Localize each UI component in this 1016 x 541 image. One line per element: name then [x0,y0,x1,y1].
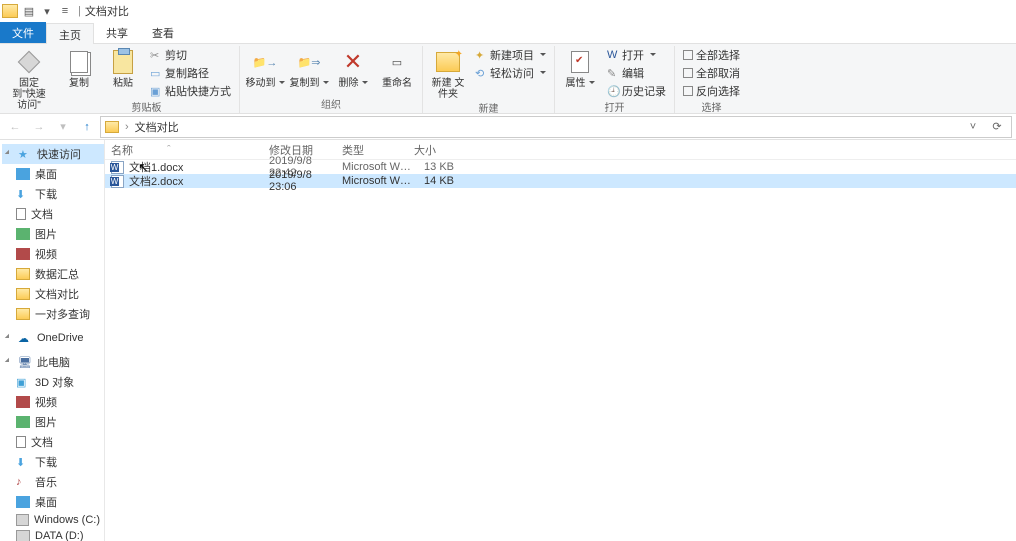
window-title: 文档对比 [85,3,129,19]
group-organize-label: 组织 [321,96,341,111]
properties-button[interactable]: 属性 [559,46,601,89]
group-select-label: 选择 [702,99,722,114]
folder-icon [2,4,18,18]
col-size[interactable]: 大小 [414,142,454,158]
tree-pc-music[interactable]: ♪音乐 [2,472,104,492]
title-bar: ▤ ▾ ≡ | 文档对比 [0,0,1016,22]
tree-pictures[interactable]: 图片 [2,224,104,244]
file-type: Microsoft Word ... [342,161,414,173]
group-open-label: 打开 [605,99,625,114]
nav-forward-button: → [28,116,50,138]
tree-thispc[interactable]: 🖥此电脑 [2,352,104,372]
rename-button[interactable]: ▭重命名 [376,46,418,89]
column-headers[interactable]: 名称 修改日期 类型 大小 [105,140,1016,160]
paste-button[interactable]: 粘贴 [102,46,144,89]
tree-drive-c[interactable]: Windows (C:) [2,512,104,528]
file-list[interactable]: 名称 修改日期 类型 大小 文档1.docx 2019/9/8 22:42 Mi… [105,140,1016,541]
tab-view[interactable]: 查看 [140,22,186,43]
file-size: 14 KB [414,175,454,187]
cut-button[interactable]: ✂剪切 [146,46,235,63]
address-dropdown-icon[interactable]: ˅ [963,121,983,133]
file-size: 13 KB [414,161,454,173]
tree-pc-documents[interactable]: 文档 [2,432,104,452]
group-clipboard-label: 剪贴板 [132,99,162,114]
ribbon-body: 固定到"快速访问" 复制 粘贴 ✂剪切 ▭复制路径 ▣粘贴快捷方式 剪贴板 📁→… [0,44,1016,114]
selectinvert-button[interactable]: 反向选择 [679,82,744,99]
refresh-icon[interactable]: ⟳ [987,120,1007,133]
edit-button[interactable]: ✎编辑 [603,64,670,81]
nav-back-button[interactable]: ← [4,116,26,138]
docx-icon [111,161,124,174]
newfolder-button[interactable]: 新建 文件夹 [427,46,469,100]
tree-documents[interactable]: 文档 [2,204,104,224]
nav-recent-button[interactable]: ▾ [52,116,74,138]
open-button[interactable]: W打开 [603,46,670,63]
tree-folder-query[interactable]: 一对多查询 [2,304,104,324]
copypath-button[interactable]: ▭复制路径 [146,64,235,81]
newitem-button[interactable]: ✦新建项目 [471,46,550,63]
pin-quickaccess-button[interactable]: 固定到"快速访问" [8,46,50,111]
nav-up-button[interactable]: ↑ [76,116,98,138]
tab-home[interactable]: 主页 [46,23,94,44]
qat-customize-icon[interactable]: ≡ [56,2,74,20]
group-new-label: 新建 [479,100,499,115]
easyaccess-button[interactable]: ⟲轻松访问 [471,64,550,81]
breadcrumb-sep [123,121,131,133]
tree-pc-videos[interactable]: 视频 [2,392,104,412]
file-row[interactable]: 文档1.docx 2019/9/8 22:42 Microsoft Word .… [105,160,1016,174]
tree-3dobjects[interactable]: ▣3D 对象 [2,372,104,392]
tree-downloads[interactable]: ⬇下载 [2,184,104,204]
moveto-button[interactable]: 📁→移动到 [244,46,286,89]
tree-folder-data[interactable]: 数据汇总 [2,264,104,284]
delete-button[interactable]: ✕删除 [332,46,374,89]
docx-icon [111,175,124,188]
tree-pc-downloads[interactable]: ⬇下载 [2,452,104,472]
ribbon-tabs: 文件 主页 共享 查看 [0,22,1016,44]
copyto-button[interactable]: 📁⇒复制到 [288,46,330,89]
title-divider: | [78,5,81,17]
breadcrumb-item[interactable]: 文档对比 [135,119,179,135]
sort-indicator-icon [137,144,171,156]
navigation-tree[interactable]: ★快速访问 桌面 ⬇下载 文档 图片 视频 数据汇总 文档对比 一对多查询 ☁O… [0,140,105,541]
file-date: 2019/9/8 23:06 [269,169,342,193]
tree-pc-pictures[interactable]: 图片 [2,412,104,432]
col-type[interactable]: 类型 [342,142,414,158]
tree-desktop[interactable]: 桌面 [2,164,104,184]
qat-newfolder-icon[interactable]: ▾ [38,2,56,20]
qat-properties-icon[interactable]: ▤ [20,2,38,20]
tree-pc-desktop[interactable]: 桌面 [2,492,104,512]
tree-drive-d[interactable]: DATA (D:) [2,528,104,541]
tree-onedrive[interactable]: ☁OneDrive [2,330,104,346]
col-name[interactable]: 名称 [111,142,269,158]
tab-share[interactable]: 共享 [94,22,140,43]
tree-quickaccess[interactable]: ★快速访问 [2,144,104,164]
file-row[interactable]: 文档2.docx 2019/9/8 23:06 Microsoft Word .… [105,174,1016,188]
address-box[interactable]: 文档对比 ˅ ⟳ [100,116,1012,138]
history-button[interactable]: 🕘历史记录 [603,82,670,99]
tree-videos[interactable]: 视频 [2,244,104,264]
copy-button[interactable]: 复制 [58,46,100,89]
tab-file[interactable]: 文件 [0,22,46,43]
address-bar: ← → ▾ ↑ 文档对比 ˅ ⟳ [0,114,1016,140]
selectall-button[interactable]: 全部选择 [679,46,744,63]
tree-folder-compare[interactable]: 文档对比 [2,284,104,304]
file-name: 文档2.docx [129,173,183,189]
pasteshortcut-button[interactable]: ▣粘贴快捷方式 [146,82,235,99]
file-type: Microsoft Word ... [342,175,414,187]
folder-icon [105,121,119,133]
selectnone-button[interactable]: 全部取消 [679,64,744,81]
